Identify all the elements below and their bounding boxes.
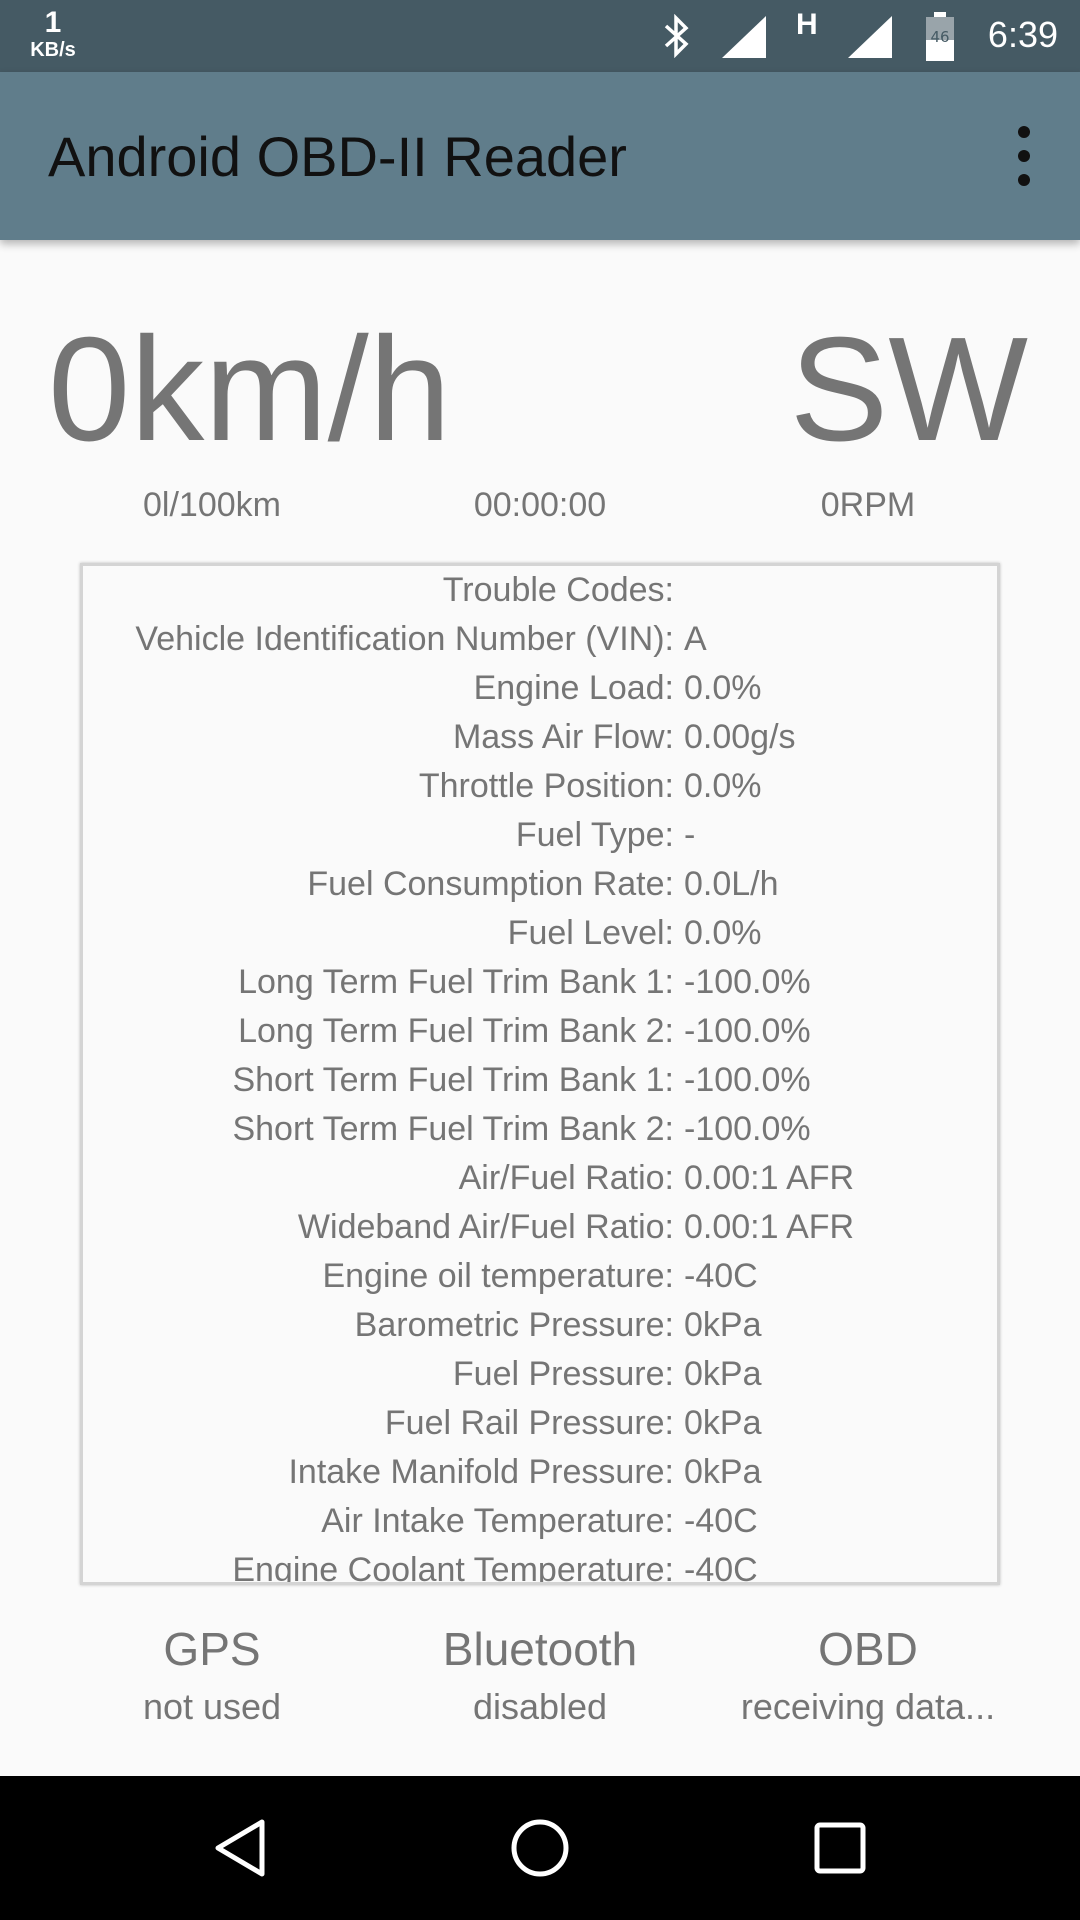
gps-status: GPS not used	[47, 1622, 377, 1728]
list-item: Fuel Consumption Rate: 0.0L/h	[83, 860, 997, 909]
row-value: -40C	[684, 1257, 758, 1295]
row-value: -100.0%	[684, 963, 811, 1001]
row-value: -40C	[684, 1551, 758, 1585]
row-value: 0.00:1 AFR	[684, 1159, 855, 1197]
obd-data-panel[interactable]: Trouble Codes: Vehicle Identification Nu…	[80, 563, 1000, 1585]
list-item: Fuel Pressure: 0kPa	[83, 1350, 997, 1399]
obd-status: OBD receiving data...	[703, 1622, 1033, 1728]
row-label: Fuel Type:	[515, 816, 674, 854]
bluetooth-status-title: Bluetooth	[442, 1623, 638, 1675]
gps-status-state: not used	[142, 1686, 282, 1727]
list-item: Barometric Pressure: 0kPa	[83, 1301, 997, 1350]
row-value: 0.00:1 AFR	[684, 1208, 855, 1246]
row-value: 0kPa	[684, 1404, 762, 1442]
row-value: 0.0%	[684, 669, 762, 707]
more-vert-icon[interactable]	[1004, 126, 1044, 186]
row-label: Short Term Fuel Trim Bank 2:	[232, 1110, 674, 1148]
row-label: Fuel Pressure:	[452, 1355, 674, 1393]
list-item: Trouble Codes:	[83, 566, 997, 615]
row-value: 0.0L/h	[684, 865, 779, 903]
back-icon[interactable]	[200, 1812, 280, 1884]
row-value: -100.0%	[684, 1012, 811, 1050]
bluetooth-status-state: disabled	[472, 1686, 608, 1727]
row-label: Engine Coolant Temperature:	[232, 1551, 674, 1585]
speed-readout: 0km/h	[48, 307, 452, 472]
row-label: Intake Manifold Pressure:	[288, 1453, 674, 1491]
list-item: Short Term Fuel Trim Bank 2: -100.0%	[83, 1105, 997, 1154]
row-value: -100.0%	[684, 1110, 811, 1148]
row-label: Fuel Consumption Rate:	[307, 865, 674, 903]
row-label: Fuel Level:	[507, 914, 674, 952]
battery-icon: 46	[924, 12, 956, 67]
list-item: Short Term Fuel Trim Bank 1: -100.0%	[83, 1056, 997, 1105]
bluetooth-icon	[660, 13, 692, 63]
list-item: Air Intake Temperature: -40C	[83, 1497, 997, 1546]
list-item: Engine Coolant Temperature: -40C	[83, 1546, 997, 1585]
list-item: Engine oil temperature: -40C	[83, 1252, 997, 1301]
row-value: 0kPa	[684, 1355, 762, 1393]
row-label: Throttle Position:	[418, 767, 674, 805]
cell-signal-icon	[720, 14, 768, 65]
gps-status-title: GPS	[163, 1623, 261, 1675]
cell-signal-icon	[846, 14, 894, 65]
row-label: Wideband Air/Fuel Ratio:	[297, 1208, 674, 1246]
status-clock: 6:39	[987, 14, 1058, 55]
row-label: Air/Fuel Ratio:	[458, 1159, 674, 1197]
row-label: Mass Air Flow:	[452, 718, 674, 756]
list-item: Mass Air Flow: 0.00g/s	[83, 713, 997, 762]
list-item: Fuel Rail Pressure: 0kPa	[83, 1399, 997, 1448]
row-value: -40C	[684, 1502, 758, 1540]
row-label: Barometric Pressure:	[354, 1306, 674, 1344]
navigation-bar	[0, 1776, 1080, 1920]
row-value: -100.0%	[684, 1061, 811, 1099]
recents-icon[interactable]	[800, 1812, 880, 1884]
network-speed-value: 1	[44, 6, 62, 39]
list-item: Wideband Air/Fuel Ratio: 0.00:1 AFR	[83, 1203, 997, 1252]
network-type-label: H	[796, 8, 818, 41]
trip-time-readout: 00:00:00	[473, 486, 607, 524]
rpm-readout: 0RPM	[820, 486, 916, 524]
list-item: Engine Load: 0.0%	[83, 664, 997, 713]
row-value: -	[684, 816, 696, 854]
list-item: Fuel Type: -	[83, 811, 997, 860]
row-label: Fuel Rail Pressure:	[384, 1404, 674, 1442]
home-icon[interactable]	[500, 1812, 580, 1884]
fuel-economy-readout: 0l/100km	[143, 486, 281, 524]
battery-level-text: 46	[930, 28, 949, 46]
app-title: Android OBD-II Reader	[48, 125, 627, 188]
obd-data-list: Trouble Codes: Vehicle Identification Nu…	[83, 566, 997, 1585]
row-value: 0.0%	[684, 767, 762, 805]
network-speed-indicator: 1 KB/s	[26, 6, 80, 61]
list-item: Vehicle Identification Number (VIN): A	[83, 615, 997, 664]
obd-status-state: receiving data...	[740, 1686, 996, 1727]
list-item: Long Term Fuel Trim Bank 1: -100.0%	[83, 958, 997, 1007]
row-value: 0kPa	[684, 1453, 762, 1491]
row-label: Short Term Fuel Trim Bank 1:	[232, 1061, 674, 1099]
status-bar: 1 KB/s H 46 6:39	[0, 0, 1080, 72]
row-value: 0.00g/s	[684, 718, 796, 756]
row-label: Engine Load:	[473, 669, 674, 707]
list-item: Long Term Fuel Trim Bank 2: -100.0%	[83, 1007, 997, 1056]
row-label: Long Term Fuel Trim Bank 1:	[238, 963, 674, 1001]
row-label: Air Intake Temperature:	[321, 1502, 674, 1540]
row-value: 0kPa	[684, 1306, 762, 1344]
row-label: Engine oil temperature:	[322, 1257, 674, 1295]
compass-readout: SW	[789, 307, 1028, 472]
list-item: Air/Fuel Ratio: 0.00:1 AFR	[83, 1154, 997, 1203]
row-label: Trouble Codes:	[442, 571, 674, 609]
row-label: Vehicle Identification Number (VIN):	[135, 620, 674, 658]
network-speed-unit: KB/s	[30, 39, 76, 61]
list-item: Fuel Level: 0.0%	[83, 909, 997, 958]
bluetooth-status: Bluetooth disabled	[375, 1622, 705, 1728]
row-value: A	[684, 620, 707, 658]
list-item: Throttle Position: 0.0%	[83, 762, 997, 811]
list-item: Intake Manifold Pressure: 0kPa	[83, 1448, 997, 1497]
row-label: Long Term Fuel Trim Bank 2:	[238, 1012, 674, 1050]
app-bar: Android OBD-II Reader	[0, 72, 1080, 240]
obd-status-title: OBD	[818, 1623, 918, 1675]
row-value: 0.0%	[684, 914, 762, 952]
